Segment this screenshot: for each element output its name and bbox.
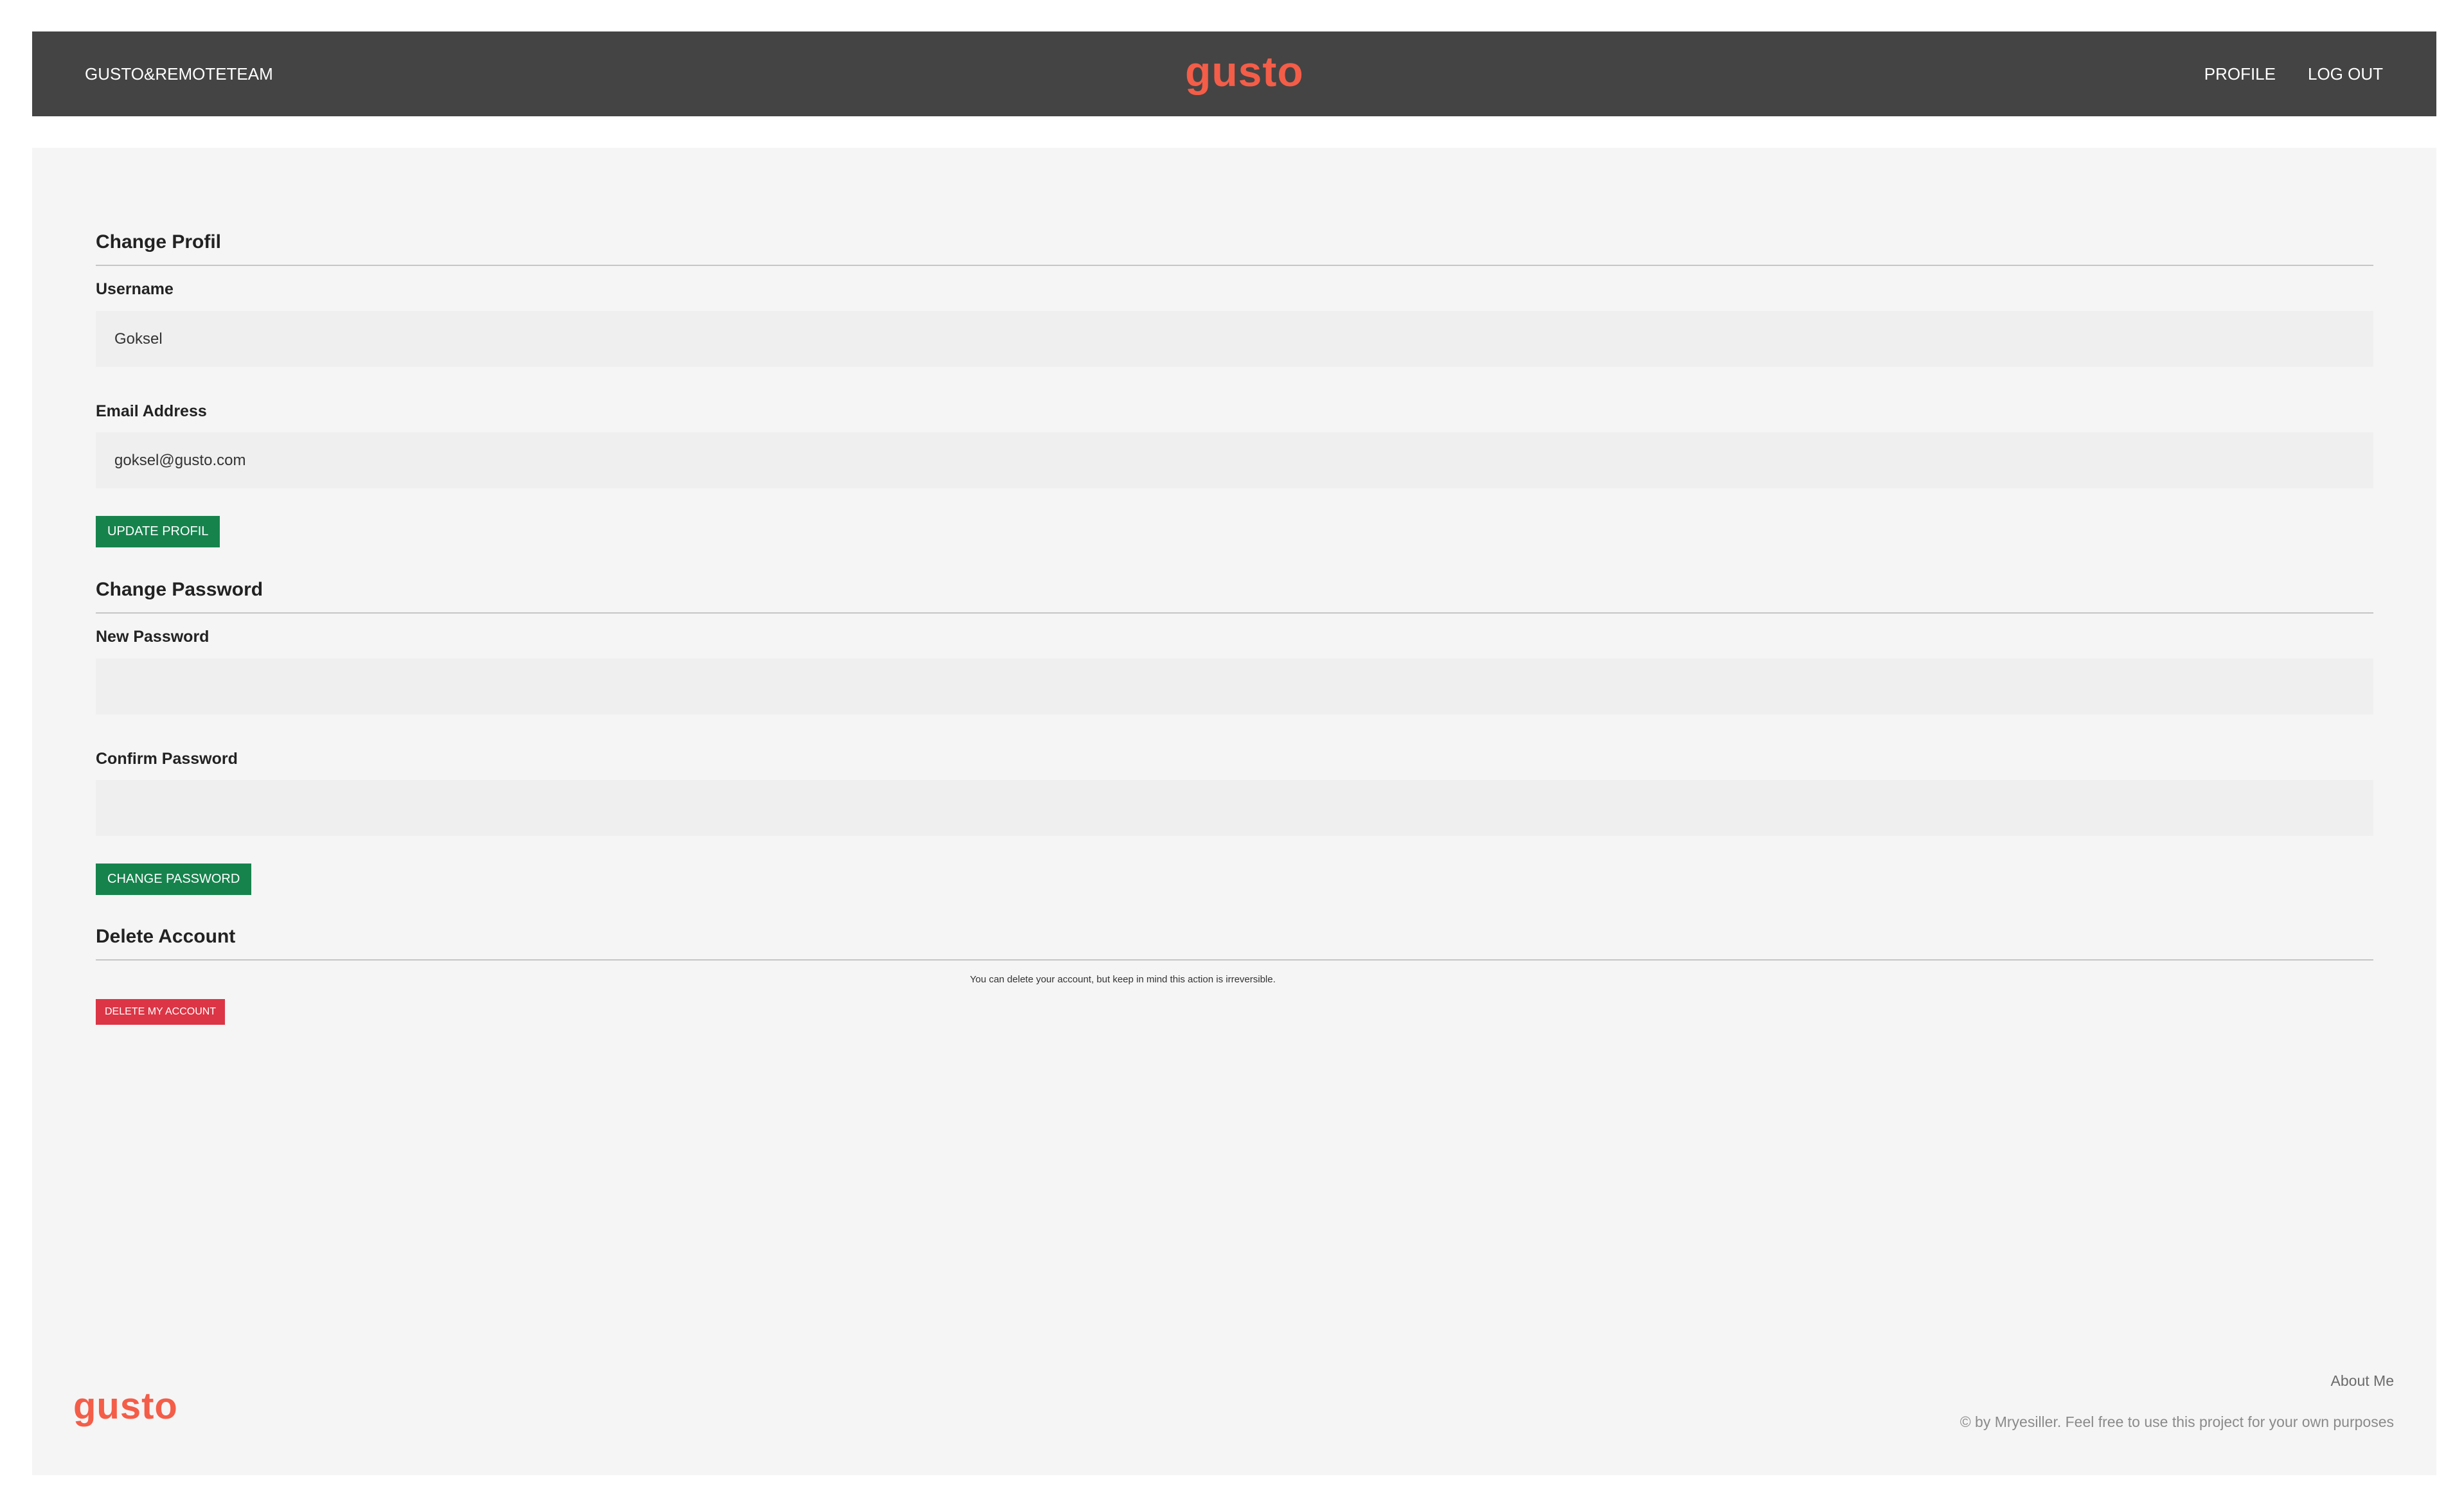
change-profile-heading: Change Profil xyxy=(96,231,222,252)
section-divider xyxy=(96,265,2373,266)
section-divider xyxy=(96,959,2373,961)
logout-link[interactable]: LOG OUT xyxy=(2308,64,2383,84)
delete-warning-text: You can delete your account, but keep in… xyxy=(970,974,1276,985)
delete-account-button[interactable]: DELETE MY ACCOUNT xyxy=(96,999,226,1025)
footer-gusto-logo[interactable]: gusto xyxy=(73,1384,178,1429)
about-me-link[interactable]: About Me xyxy=(2331,1372,2394,1390)
confirm-password-input[interactable] xyxy=(96,780,2373,836)
nav-brand-name[interactable]: GUSTO&REMOTETEAM xyxy=(85,31,273,116)
copyright-text: © by Mryesiller. Feel free to use this p… xyxy=(1960,1413,2394,1430)
new-password-input[interactable] xyxy=(96,659,2373,714)
profile-link[interactable]: PROFILE xyxy=(2204,64,2276,84)
username-input[interactable] xyxy=(96,311,2373,367)
email-input[interactable] xyxy=(96,432,2373,488)
confirm-password-label: Confirm Password xyxy=(96,750,238,768)
main-content: Change Profil Username Email Address UPD… xyxy=(32,148,2436,1475)
change-password-button[interactable]: CHANGE PASSWORD xyxy=(96,864,252,895)
nav-links: PROFILE LOG OUT xyxy=(2204,31,2383,116)
username-label: Username xyxy=(96,280,174,298)
top-navbar: GUSTO&REMOTETEAM gusto PROFILE LOG OUT xyxy=(32,31,2436,116)
update-profile-button[interactable]: UPDATE PROFIL xyxy=(96,516,220,547)
delete-account-heading: Delete Account xyxy=(96,926,236,947)
section-divider xyxy=(96,612,2373,614)
new-password-label: New Password xyxy=(96,628,210,646)
email-label: Email Address xyxy=(96,402,207,420)
change-password-heading: Change Password xyxy=(96,579,263,600)
gusto-logo[interactable]: gusto xyxy=(1185,46,1304,97)
